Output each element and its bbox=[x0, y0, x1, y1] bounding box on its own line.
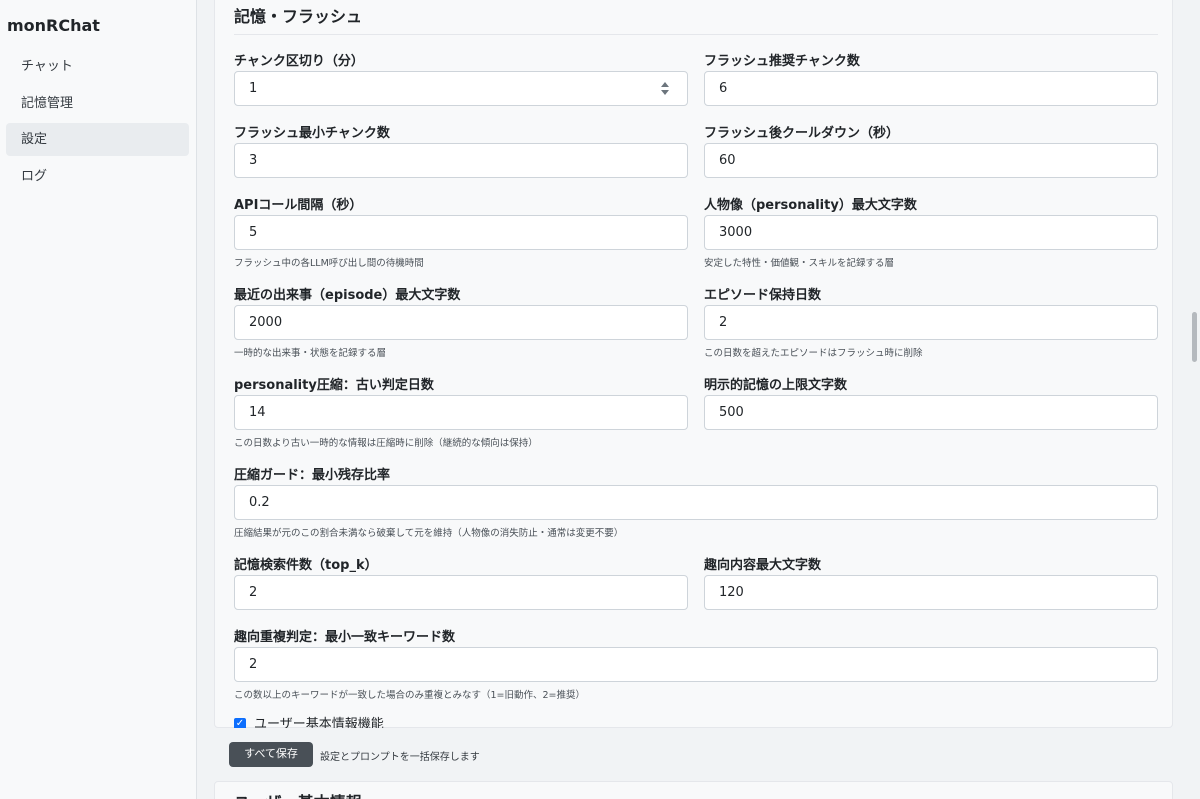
episode-max-input[interactable]: 2000 bbox=[234, 305, 688, 340]
episode-max-label: 最近の出来事（episode）最大文字数 bbox=[234, 288, 461, 303]
app-brand: monRChat bbox=[7, 16, 100, 35]
divider bbox=[234, 34, 1158, 35]
episode-days-label: エピソード保持日数 bbox=[704, 288, 822, 303]
flush-recommend-input[interactable]: 6 bbox=[704, 71, 1158, 106]
page-scrollbar[interactable] bbox=[1188, 0, 1200, 799]
chunk-minutes-input[interactable]: 1 bbox=[234, 71, 688, 106]
episode-days-input[interactable]: 2 bbox=[704, 305, 1158, 340]
sidebar-item-log[interactable]: ログ bbox=[6, 160, 189, 193]
explicit-max-input[interactable]: 500 bbox=[704, 395, 1158, 430]
save-all-button[interactable]: すべて保存 bbox=[229, 742, 313, 767]
top-k-input[interactable]: 2 bbox=[234, 575, 688, 610]
api-interval-label: APIコール間隔（秒） bbox=[234, 198, 363, 213]
sidebar-item-settings[interactable]: 設定 bbox=[6, 123, 189, 156]
spinner-icon[interactable] bbox=[661, 82, 669, 96]
flush-recommend-label: フラッシュ推奨チャンク数 bbox=[704, 54, 860, 69]
api-interval-help: フラッシュ中の各LLM呼び出し間の待機時間 bbox=[234, 258, 424, 269]
save-note: 設定とプロンプトを一括保存します bbox=[320, 752, 480, 763]
interest-dup-help: この数以上のキーワードが一致した場合のみ重複とみなす（1=旧動作、2=推奨） bbox=[234, 690, 586, 701]
flush-cooldown-label: フラッシュ後クールダウン（秒） bbox=[704, 126, 900, 141]
personality-old-help: この日数より古い一時的な情報は圧縮時に削除（継続的な傾向は保持） bbox=[234, 438, 538, 449]
section-title: 記憶・フラッシュ bbox=[234, 7, 363, 26]
sidebar-item-chat[interactable]: チャット bbox=[6, 50, 189, 83]
compress-guard-input[interactable]: 0.2 bbox=[234, 485, 1158, 520]
sidebar-item-memory[interactable]: 記憶管理 bbox=[6, 87, 189, 120]
episode-days-help: この日数を超えたエピソードはフラッシュ時に削除 bbox=[704, 348, 923, 359]
flush-min-input[interactable]: 3 bbox=[234, 143, 688, 178]
interest-dup-label: 趣向重複判定：最小一致キーワード数 bbox=[234, 630, 456, 645]
episode-max-help: 一時的な出来事・状態を記録する層 bbox=[234, 348, 387, 359]
chunk-minutes-label: チャンク区切り（分） bbox=[234, 54, 364, 69]
compress-guard-help: 圧縮結果が元のこの割合未満なら破棄して元を維持（人物像の消失防止・通常は変更不要… bbox=[234, 528, 624, 539]
api-interval-input[interactable]: 5 bbox=[234, 215, 688, 250]
flush-min-label: フラッシュ最小チャンク数 bbox=[234, 126, 390, 141]
sidebar: monRChat チャット 記憶管理 設定 ログ bbox=[0, 0, 197, 799]
scrollbar-thumb[interactable] bbox=[1192, 312, 1197, 362]
top-k-label: 記憶検索件数（top_k） bbox=[234, 558, 378, 573]
user-info-title: ユーザー基本情報 bbox=[234, 789, 362, 799]
personality-old-label: personality圧縮：古い判定日数 bbox=[234, 378, 434, 393]
interest-max-label: 趣向内容最大文字数 bbox=[704, 558, 822, 573]
personality-max-help: 安定した特性・価値観・スキルを記録する層 bbox=[704, 258, 895, 269]
personality-old-input[interactable]: 14 bbox=[234, 395, 688, 430]
chunk-minutes-value: 1 bbox=[249, 81, 258, 96]
personality-max-label: 人物像（personality）最大文字数 bbox=[704, 198, 917, 213]
settings-card bbox=[214, 0, 1173, 728]
interest-max-input[interactable]: 120 bbox=[704, 575, 1158, 610]
personality-max-input[interactable]: 3000 bbox=[704, 215, 1158, 250]
flush-cooldown-input[interactable]: 60 bbox=[704, 143, 1158, 178]
compress-guard-label: 圧縮ガード：最小残存比率 bbox=[234, 468, 391, 483]
interest-dup-input[interactable]: 2 bbox=[234, 647, 1158, 682]
explicit-max-label: 明示的記憶の上限文字数 bbox=[704, 378, 848, 393]
